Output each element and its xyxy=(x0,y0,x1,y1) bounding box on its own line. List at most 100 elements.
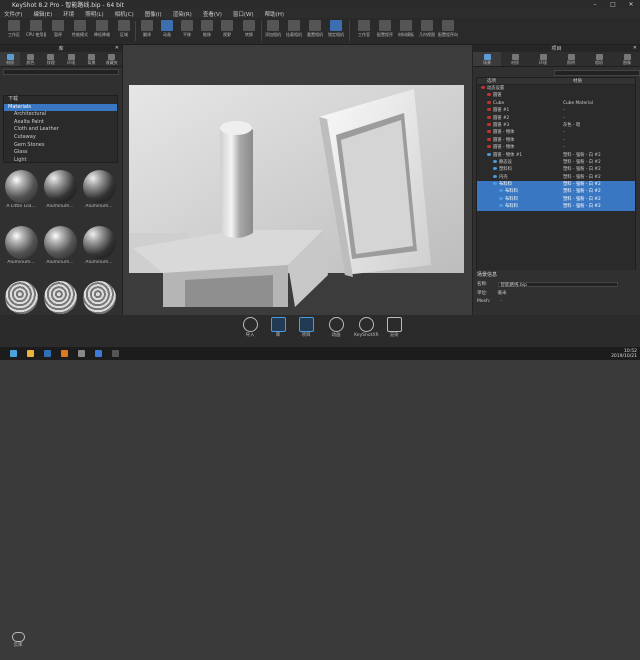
keyshot-taskbar-icon[interactable] xyxy=(95,350,102,357)
scene-row[interactable]: 布料料 塑料 - 强粉 - 白 #2 xyxy=(477,181,635,189)
dolly-button[interactable]: 推移 xyxy=(197,20,217,42)
translate-button[interactable]: 翻译 xyxy=(137,20,157,42)
photoshop-icon[interactable] xyxy=(44,350,51,357)
scene-row[interactable]: 圆锥 #1- xyxy=(477,107,635,114)
tab-colors[interactable]: 颜色 xyxy=(20,52,40,66)
animate-button[interactable]: 动画 xyxy=(157,20,177,42)
scene-name-field[interactable]: 智能路线.bip xyxy=(497,281,618,288)
tab-scene[interactable]: 场景 xyxy=(473,52,501,66)
material-thumbnail[interactable]: A Little Lila... xyxy=(3,170,39,211)
scene-row[interactable]: 布料料 塑料 - 强粉 - 白 #2 xyxy=(477,203,635,211)
tab-materials[interactable]: 材质 xyxy=(0,52,21,66)
reset-camera-button[interactable]: 重置相机 xyxy=(305,20,325,42)
app-icon[interactable] xyxy=(112,350,119,357)
scene-row[interactable]: 圆锥 #3 灰色 - 暗 xyxy=(477,122,635,129)
animation-button[interactable]: 动画 xyxy=(324,317,348,338)
tab-camera[interactable]: 相机 xyxy=(585,52,613,66)
visibility-icon[interactable] xyxy=(481,86,485,89)
menu-edit[interactable]: 编辑(E) xyxy=(33,10,52,18)
menu-view[interactable]: 查看(V) xyxy=(203,10,222,18)
scene-row[interactable]: 静态设 塑料 - 强粉 - 白 #2 xyxy=(477,159,635,166)
import-button[interactable]: 导入 xyxy=(238,317,262,338)
material-template-button[interactable]: 材料模板 xyxy=(396,20,416,42)
configurator-button[interactable]: 配置程序 xyxy=(375,20,395,42)
visibility-icon[interactable] xyxy=(487,93,491,97)
menu-camera[interactable]: 相机(C) xyxy=(115,10,134,18)
visibility-icon[interactable] xyxy=(493,159,497,163)
folder-icon[interactable] xyxy=(27,350,34,357)
tree-item[interactable]: Gem Stones xyxy=(4,142,117,150)
add-camera-button[interactable]: 添加相机 xyxy=(263,20,283,42)
region-button[interactable]: 区域 xyxy=(114,20,134,42)
cloud-library-button[interactable]: 云库 xyxy=(5,630,31,660)
menu-lighting[interactable]: 照明(L) xyxy=(85,10,103,18)
cpu-usage-button[interactable]: CPU 使用量 xyxy=(26,20,46,42)
workspace-button[interactable]: 工作区 xyxy=(4,20,24,42)
visibility-icon[interactable] xyxy=(487,137,491,141)
fov-button[interactable]: 视野 xyxy=(217,20,237,42)
tab-backplates[interactable]: 背景 xyxy=(81,52,101,66)
tree-item[interactable]: Cloth and Leather xyxy=(4,126,117,134)
keyshotxr-button[interactable]: KeyShotXR xyxy=(354,317,379,338)
render-viewport[interactable] xyxy=(123,45,472,315)
menu-help[interactable]: 帮助(H) xyxy=(265,10,284,18)
visibility-icon[interactable] xyxy=(499,189,503,193)
scene-row[interactable]: 布料料 塑料 - 强粉 - 白 #2 xyxy=(477,188,635,196)
tree-item[interactable]: Light xyxy=(4,157,117,165)
scene-row[interactable]: 圆锥 #2- xyxy=(477,115,635,122)
tree-item[interactable]: Axalta Paint xyxy=(4,119,117,127)
project-button[interactable]: 项目 xyxy=(294,317,318,338)
visibility-icon[interactable] xyxy=(487,115,491,119)
pan-button[interactable]: 平移 xyxy=(177,20,197,42)
scene-row[interactable]: 动态设置 xyxy=(477,85,635,92)
material-thumbnail[interactable]: Aluminum... xyxy=(42,225,78,267)
menu-file[interactable]: 文件(F) xyxy=(4,10,22,18)
visibility-icon[interactable] xyxy=(487,152,491,156)
tree-item[interactable]: Materials xyxy=(4,103,117,112)
render-button[interactable]: 渲染 xyxy=(382,317,406,338)
library-button[interactable]: 库 xyxy=(266,317,290,338)
close-icon[interactable]: ✕ xyxy=(115,45,119,51)
tree-item[interactable]: Glass xyxy=(4,149,117,157)
tree-item[interactable]: 下载 xyxy=(4,96,117,104)
performance-mode-button[interactable]: 性能模式 xyxy=(70,20,90,42)
visibility-icon[interactable] xyxy=(487,122,491,126)
denoise-button[interactable]: 降低降噪 xyxy=(92,20,112,42)
scene-row[interactable]: 圆锥 xyxy=(477,92,635,99)
pause-button[interactable]: 暂停 xyxy=(48,20,68,42)
tab-environment[interactable]: 环境 xyxy=(529,52,557,66)
menu-window[interactable]: 窗口(W) xyxy=(233,10,254,18)
visibility-icon[interactable] xyxy=(493,182,497,186)
app-icon[interactable] xyxy=(78,350,85,357)
visibility-icon[interactable] xyxy=(499,196,503,200)
geometry-view-button[interactable]: 几何视图 xyxy=(417,20,437,42)
maximize-icon[interactable]: □ xyxy=(604,1,622,8)
tab-material[interactable]: 材质 xyxy=(501,52,529,66)
visibility-icon[interactable] xyxy=(493,167,497,171)
scene-search-input[interactable] xyxy=(554,70,640,76)
illustrator-icon[interactable] xyxy=(61,350,68,357)
scene-row[interactable]: 圆锥 - 物体 - xyxy=(477,137,635,144)
menu-environment[interactable]: 环境 xyxy=(63,10,74,18)
configurator-wizard-button[interactable]: 配置程序向导 xyxy=(438,20,458,42)
visibility-icon[interactable] xyxy=(487,130,491,134)
scene-row[interactable]: Cube Cube Material xyxy=(477,100,635,107)
tab-lighting[interactable]: 照明 xyxy=(557,52,585,66)
lock-camera-button[interactable]: 锁定相机 xyxy=(326,20,346,42)
tree-item[interactable]: Cutaway xyxy=(4,134,117,142)
material-thumbnail[interactable]: Aluminum... xyxy=(42,170,78,211)
material-thumbnail[interactable]: Aluminum... xyxy=(81,170,117,211)
tab-favorites[interactable]: 收藏夹 xyxy=(102,52,122,66)
studio-button[interactable]: 工作室 xyxy=(354,20,374,42)
scene-row[interactable]: 塑料料 塑料 - 强粉 - 白 #2 xyxy=(477,166,635,173)
library-search-input[interactable] xyxy=(3,69,119,75)
close-icon[interactable]: ✕ xyxy=(633,45,637,51)
material-thumbnail[interactable]: Aluminum... xyxy=(81,225,117,267)
visibility-icon[interactable] xyxy=(487,100,491,104)
material-thumbnail[interactable]: Aluminum... xyxy=(3,225,39,267)
start-icon[interactable] xyxy=(10,350,17,357)
visibility-icon[interactable] xyxy=(487,108,491,112)
scene-row[interactable]: 圆锥 - 物体 - xyxy=(477,144,635,151)
menu-image[interactable]: 图像(I) xyxy=(145,10,162,18)
tree-item[interactable]: Architectural xyxy=(4,111,117,119)
